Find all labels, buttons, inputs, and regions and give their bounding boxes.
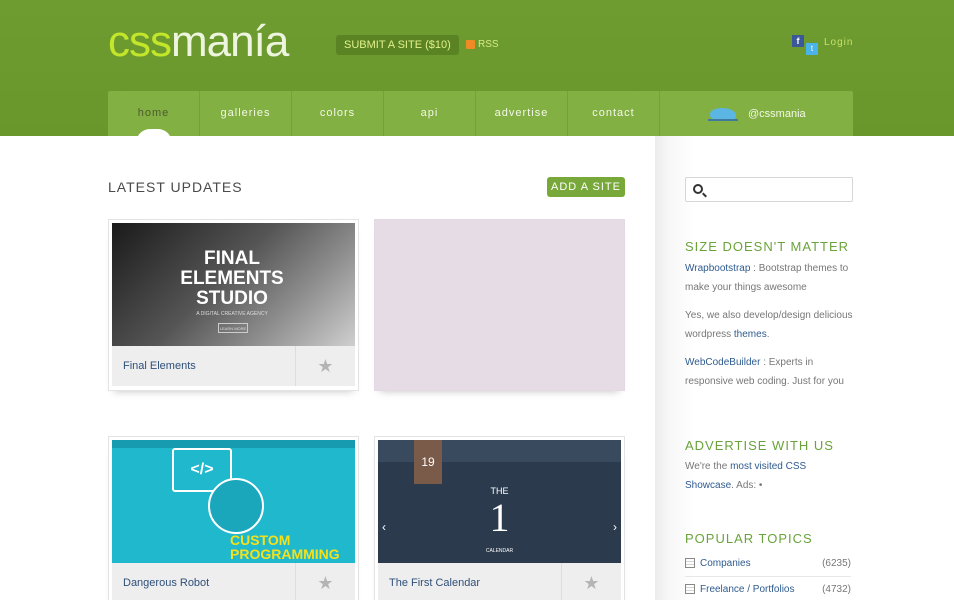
main-nav: home galleries colors api advertise cont… [108, 91, 853, 143]
star-icon[interactable]: ★ [317, 356, 333, 377]
thumb-number: 1 [489, 495, 510, 540]
social-login[interactable]: f t Login [792, 35, 853, 55]
divider [685, 576, 851, 577]
twitter-follow-link[interactable]: @cssmania [708, 91, 806, 136]
site-thumbnail[interactable]: </> CUSTOM PROGRAMMING [112, 440, 355, 563]
active-indicator [136, 129, 172, 143]
thumb-line: STUDIO [196, 288, 268, 309]
card-footer: Final Elements ★ [112, 346, 355, 386]
twitter-small-icon[interactable]: t [806, 43, 818, 55]
topic-label[interactable]: Companies [700, 558, 822, 569]
site-thumbnail[interactable]: FINAL ELEMENTS STUDIO A DIGITAL CREATIVE… [112, 223, 355, 346]
thumb-headline: CUSTOM PROGRAMMING [230, 532, 340, 562]
webcodebuilder-text: WebCodeBuilder : Experts in responsive w… [685, 353, 855, 391]
card-footer: The First Calendar ★ [378, 563, 621, 600]
nav-label: advertise [494, 107, 549, 119]
thumb-date: 19 [414, 440, 442, 484]
nav-item-contact[interactable]: contact [568, 91, 660, 136]
themes-link[interactable]: themes [734, 329, 767, 340]
search-input[interactable] [708, 181, 848, 199]
logo-mania-text: manía [171, 17, 289, 66]
wrapbootstrap-link[interactable]: Wrapbootstrap [685, 263, 750, 274]
card-title[interactable]: Final Elements [123, 360, 196, 372]
topic-count: (6235) [822, 557, 851, 569]
thumb-headline: FINAL ELEMENTS STUDIO [172, 249, 292, 309]
card-title[interactable]: Dangerous Robot [123, 577, 209, 589]
nav-item-home[interactable]: home [108, 91, 200, 143]
chevron-left-icon: ‹ [382, 520, 386, 534]
popular-topics-title: POPULAR TOPICS [685, 531, 813, 546]
thumb-calendar-label: CALENDAR [485, 548, 514, 554]
nav-item-galleries[interactable]: galleries [200, 91, 292, 136]
logo-css-text: css [108, 17, 172, 66]
latest-updates-title: LATEST UPDATES [108, 179, 243, 195]
ad-placeholder [374, 219, 625, 391]
list-icon [685, 584, 695, 594]
site-card[interactable]: FINAL ELEMENTS STUDIO A DIGITAL CREATIVE… [108, 219, 359, 391]
wrapbootstrap-text: Wrapbootstrap : Bootstrap themes to make… [685, 259, 855, 297]
twitter-handle: @cssmania [748, 107, 806, 120]
rss-icon [466, 40, 475, 49]
thumb-circle [208, 478, 264, 534]
login-link[interactable]: Login [824, 37, 853, 48]
advertise-section-title: ADVERTISE WITH US [685, 438, 834, 453]
advertise-text: We're the most visited CSS Showcase. Ads… [685, 457, 855, 495]
nav-label: api [420, 107, 439, 119]
search-icon[interactable] [693, 184, 703, 194]
nav-label: galleries [220, 107, 271, 119]
nav-item-api[interactable]: api [384, 91, 476, 136]
star-icon[interactable]: ★ [317, 573, 333, 594]
topic-label[interactable]: Freelance / Portfolios [700, 584, 822, 595]
chevron-right-icon: › [613, 520, 617, 534]
site-card[interactable]: 19 THE 1 CALENDAR ‹ › The First Calendar… [374, 436, 625, 600]
wordpress-end: . [766, 329, 770, 340]
topic-item[interactable]: Companies (6235) [685, 552, 851, 574]
webcodebuilder-link[interactable]: WebCodeBuilder [685, 357, 760, 368]
search-box[interactable] [685, 177, 853, 202]
submit-site-button[interactable]: SUBMIT A SITE ($10) [336, 35, 459, 55]
site-thumbnail[interactable]: 19 THE 1 CALENDAR ‹ › [378, 440, 621, 563]
thumb-line: ELEMENTS [180, 268, 284, 289]
favorite-area: ★ [561, 563, 621, 600]
advertise-desc: We're the [685, 461, 731, 472]
nav-item-advertise[interactable]: advertise [476, 91, 568, 136]
size-section-title: SIZE DOESN'T MATTER [685, 239, 850, 254]
card-title[interactable]: The First Calendar [389, 577, 480, 589]
site-header: cssmanía SUBMIT A SITE ($10) RSS f t Log… [0, 0, 954, 143]
add-site-button[interactable]: ADD A SITE [547, 177, 625, 197]
star-icon[interactable]: ★ [583, 573, 599, 594]
nav-label: contact [592, 107, 635, 119]
thumb-navbar [112, 440, 355, 448]
site-logo[interactable]: cssmanía [108, 20, 289, 64]
nav-label: colors [319, 107, 356, 119]
topic-item[interactable]: Freelance / Portfolios (4732) [685, 578, 851, 600]
list-icon [685, 558, 695, 568]
rss-label: RSS [478, 39, 499, 50]
topic-count: (4732) [822, 583, 851, 595]
twitter-bird-icon [708, 105, 740, 123]
rss-link[interactable]: RSS [466, 39, 499, 50]
thumb-subtitle: A DIGITAL CREATIVE AGENCY [196, 311, 268, 317]
card-footer: Dangerous Robot ★ [112, 563, 355, 600]
thumb-button: LEARN MORE [218, 323, 248, 333]
advertise-ads: . Ads: • [731, 480, 763, 491]
favorite-area: ★ [295, 346, 355, 386]
thumb-line: FINAL [204, 248, 260, 269]
nav-item-colors[interactable]: colors [292, 91, 384, 136]
nav-label: home [137, 107, 170, 119]
facebook-icon[interactable]: f [792, 35, 804, 47]
site-card[interactable]: </> CUSTOM PROGRAMMING Dangerous Robot ★ [108, 436, 359, 600]
wordpress-text: Yes, we also develop/design delicious wo… [685, 306, 855, 344]
favorite-area: ★ [295, 563, 355, 600]
